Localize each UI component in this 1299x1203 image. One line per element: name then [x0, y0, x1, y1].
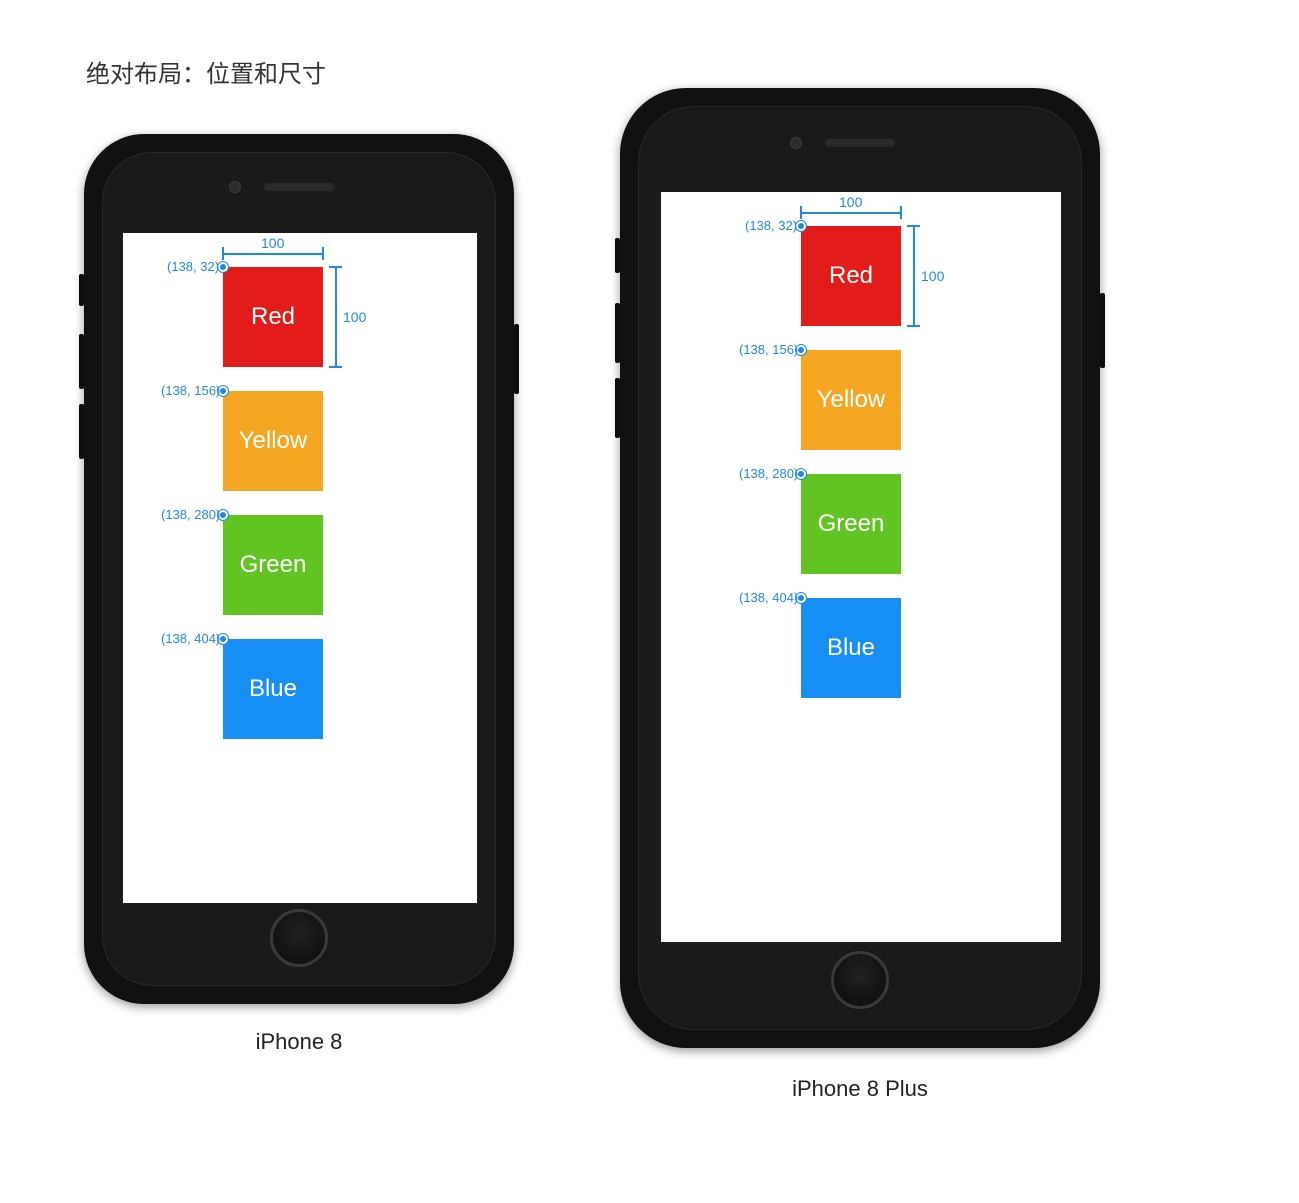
dim-height-label: 100 — [343, 309, 366, 325]
device-label-iphone8: iPhone 8 — [256, 1029, 343, 1055]
home-button — [270, 909, 328, 967]
home-button-plus — [831, 951, 889, 1009]
square-yellow-plus-label: Yellow — [817, 386, 886, 414]
square-red-plus-label: Red — [829, 262, 873, 290]
coord-blue-plus: (138, 404) — [739, 590, 798, 605]
coord-green-plus: (138, 280) — [739, 466, 798, 481]
dot-red-plus — [796, 221, 806, 231]
dim-height-label-plus: 100 — [921, 268, 944, 284]
coord-blue: (138, 404) — [161, 631, 220, 646]
coord-green: (138, 280) — [161, 507, 220, 522]
square-red-label: Red — [251, 303, 295, 331]
dim-width-label-plus: 100 — [839, 194, 862, 210]
square-blue-label: Blue — [249, 675, 297, 703]
screen-iphone8plus: 100 100 Red (138, 32) Yellow (138, 156) … — [661, 192, 1061, 942]
square-blue-plus: Blue — [801, 598, 901, 698]
square-yellow: Yellow — [223, 391, 323, 491]
device-iphone8plus: 100 100 Red (138, 32) Yellow (138, 156) … — [620, 88, 1100, 1048]
square-green-label: Green — [240, 551, 307, 579]
dot-red — [218, 262, 228, 272]
device-label-iphone8plus: iPhone 8 Plus — [792, 1076, 928, 1102]
device-iphone8: 100 100 Red (138, 32) Yellow (138, 156) … — [84, 134, 514, 1004]
coord-yellow: (138, 156) — [161, 383, 220, 398]
square-yellow-label: Yellow — [239, 427, 308, 455]
square-green: Green — [223, 515, 323, 615]
dim-width-label: 100 — [261, 235, 284, 251]
coord-yellow-plus: (138, 156) — [739, 342, 798, 357]
square-green-plus-label: Green — [818, 510, 885, 538]
square-blue-plus-label: Blue — [827, 634, 875, 662]
screen-iphone8: 100 100 Red (138, 32) Yellow (138, 156) … — [123, 233, 477, 903]
square-yellow-plus: Yellow — [801, 350, 901, 450]
square-green-plus: Green — [801, 474, 901, 574]
coord-red-plus: (138, 32) — [745, 218, 797, 233]
square-red: Red — [223, 267, 323, 367]
square-red-plus: Red — [801, 226, 901, 326]
diagram-title: 绝对布局：位置和尺寸 — [86, 54, 326, 89]
coord-red: (138, 32) — [167, 259, 219, 274]
square-blue: Blue — [223, 639, 323, 739]
